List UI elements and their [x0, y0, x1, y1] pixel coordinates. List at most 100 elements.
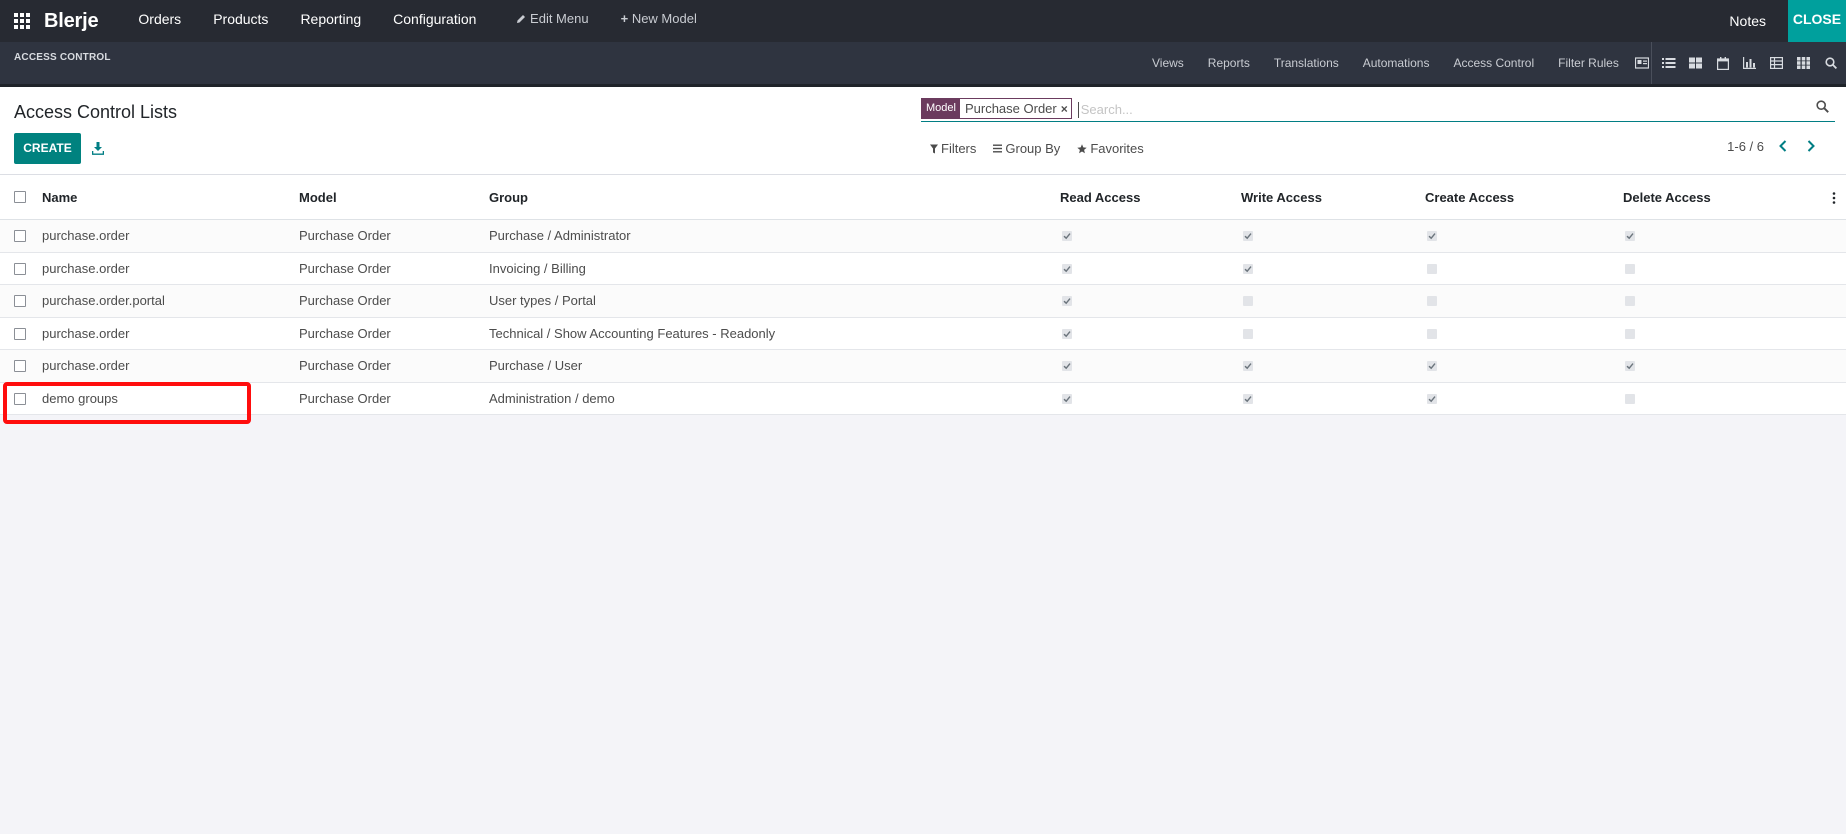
- table-row[interactable]: purchase.order.portal Purchase Order User …: [0, 285, 1846, 318]
- groupby-button[interactable]: Group By: [993, 141, 1060, 156]
- bars-icon: [993, 144, 1003, 153]
- chevron-right-icon[interactable]: [1806, 139, 1816, 155]
- top-menu: Orders Products Reporting Configuration …: [122, 0, 712, 42]
- row-checkbox[interactable]: [14, 327, 26, 340]
- subnav-views[interactable]: Views: [1140, 56, 1196, 70]
- cell-group: Purchase / User: [489, 358, 583, 373]
- write-access-checkbox[interactable]: [1243, 296, 1253, 306]
- subnav-translations[interactable]: Translations: [1262, 56, 1351, 70]
- cell-name: purchase.order.portal: [42, 293, 165, 308]
- menu-item-reporting[interactable]: Reporting: [284, 0, 377, 42]
- delete-access-checkbox[interactable]: [1625, 263, 1635, 274]
- facet-label: Model: [922, 99, 960, 118]
- select-all-checkbox[interactable]: [14, 191, 26, 203]
- cell-name: purchase.order: [42, 358, 130, 373]
- write-access-checkbox[interactable]: [1243, 361, 1253, 371]
- favorites-label: Favorites: [1090, 141, 1144, 156]
- search-input[interactable]: [1077, 101, 1778, 118]
- cell-model: Purchase Order: [299, 325, 391, 341]
- search-facet-model: Model Purchase Order ×: [921, 98, 1072, 119]
- subnav-reports[interactable]: Reports: [1196, 56, 1262, 70]
- grid-view-icon[interactable]: [1790, 57, 1817, 69]
- filters-button[interactable]: Filters: [930, 141, 976, 156]
- list-view-icon[interactable]: [1655, 57, 1682, 69]
- row-checkbox[interactable]: [14, 262, 26, 275]
- form-view-icon[interactable]: [1628, 57, 1655, 69]
- kanban-view-icon[interactable]: [1682, 57, 1709, 69]
- table-row[interactable]: purchase.order Purchase Order Purchase / A…: [0, 220, 1846, 253]
- delete-access-checkbox[interactable]: [1625, 296, 1635, 306]
- create-access-checkbox[interactable]: [1427, 296, 1437, 306]
- create-access-checkbox[interactable]: [1427, 361, 1437, 371]
- table-row[interactable]: purchase.order Purchase Order Technical / …: [0, 317, 1846, 350]
- row-checkbox[interactable]: [14, 295, 26, 307]
- apps-menu-icon[interactable]: [0, 0, 44, 42]
- read-access-checkbox[interactable]: [1062, 393, 1072, 404]
- menu-item-products[interactable]: Products: [197, 0, 284, 42]
- read-access-checkbox[interactable]: [1062, 328, 1072, 339]
- remove-facet-icon[interactable]: ×: [1061, 102, 1071, 116]
- filter-icon: [930, 144, 938, 153]
- create-access-checkbox[interactable]: [1427, 231, 1437, 241]
- menu-item-orders[interactable]: Orders: [122, 0, 197, 42]
- write-access-checkbox[interactable]: [1243, 328, 1253, 339]
- delete-access-checkbox[interactable]: [1625, 231, 1635, 241]
- write-access-checkbox[interactable]: [1243, 263, 1253, 274]
- read-access-checkbox[interactable]: [1062, 361, 1072, 371]
- table-row[interactable]: demo groups Purchase Order Administration …: [0, 382, 1846, 415]
- pivot-view-icon[interactable]: [1763, 57, 1790, 69]
- edit-menu-button[interactable]: Edit Menu: [500, 0, 604, 42]
- read-access-checkbox[interactable]: [1062, 231, 1072, 241]
- chevron-left-icon[interactable]: [1778, 139, 1788, 155]
- create-access-checkbox[interactable]: [1427, 393, 1437, 404]
- notes-button[interactable]: Notes: [1707, 2, 1788, 40]
- delete-access-checkbox[interactable]: [1625, 328, 1635, 339]
- create-access-checkbox[interactable]: [1427, 328, 1437, 339]
- column-header-read-access[interactable]: Read Access: [1060, 175, 1140, 220]
- download-icon[interactable]: [89, 138, 107, 158]
- pager-value[interactable]: 1-6 / 6: [1727, 139, 1764, 154]
- delete-access-checkbox[interactable]: [1625, 361, 1635, 371]
- column-header-group[interactable]: Group: [489, 175, 528, 220]
- subnav-automations[interactable]: Automations: [1351, 56, 1442, 70]
- facet-value: Purchase Order: [964, 101, 1057, 116]
- cell-name: demo groups: [42, 390, 118, 406]
- cell-group: Technical / Show Accounting Features - R…: [489, 325, 776, 341]
- table-row[interactable]: purchase.order Purchase Order Invoicing / …: [0, 252, 1846, 285]
- row-checkbox[interactable]: [14, 392, 26, 405]
- subnav-access-control[interactable]: Access Control: [1441, 56, 1546, 70]
- cell-group: Invoicing / Billing: [489, 260, 586, 276]
- cell-name: purchase.order: [42, 260, 130, 276]
- create-button[interactable]: CREATE: [14, 133, 81, 164]
- row-checkbox[interactable]: [14, 230, 26, 242]
- search-options: Filters Group By Favorites: [930, 141, 1161, 156]
- column-header-write-access[interactable]: Write Access: [1241, 175, 1322, 220]
- read-access-checkbox[interactable]: [1062, 296, 1072, 306]
- close-studio-button[interactable]: CLOSE: [1788, 0, 1846, 42]
- create-access-checkbox[interactable]: [1427, 263, 1437, 274]
- row-checkbox[interactable]: [14, 360, 26, 372]
- graph-view-icon[interactable]: [1736, 57, 1763, 69]
- column-header-delete-access[interactable]: Delete Access: [1623, 175, 1711, 220]
- column-header-model[interactable]: Model: [299, 175, 337, 220]
- subnav-filter-rules[interactable]: Filter Rules: [1546, 56, 1631, 70]
- cell-model: Purchase Order: [299, 358, 391, 373]
- menu-item-configuration[interactable]: Configuration: [377, 0, 492, 42]
- optional-columns-icon[interactable]: [1832, 191, 1836, 207]
- search-view-icon[interactable]: [1817, 57, 1844, 69]
- calendar-view-icon[interactable]: [1709, 56, 1736, 70]
- write-access-checkbox[interactable]: [1243, 231, 1253, 241]
- write-access-checkbox[interactable]: [1243, 393, 1253, 404]
- cell-group: Administration / demo: [489, 390, 615, 406]
- table-row[interactable]: purchase.order Purchase Order Purchase / U…: [0, 350, 1846, 383]
- edit-menu-label: Edit Menu: [530, 11, 589, 26]
- app-brand[interactable]: Blerje: [44, 10, 99, 33]
- delete-access-checkbox[interactable]: [1625, 393, 1635, 404]
- new-model-button[interactable]: + New Model: [605, 0, 713, 42]
- search-icon[interactable]: [1816, 100, 1829, 116]
- studio-subnav: Views Reports Translations Automations A…: [1140, 42, 1652, 84]
- column-header-name[interactable]: Name: [42, 175, 77, 220]
- favorites-button[interactable]: Favorites: [1077, 141, 1144, 156]
- column-header-create-access[interactable]: Create Access: [1425, 175, 1514, 220]
- read-access-checkbox[interactable]: [1062, 263, 1072, 274]
